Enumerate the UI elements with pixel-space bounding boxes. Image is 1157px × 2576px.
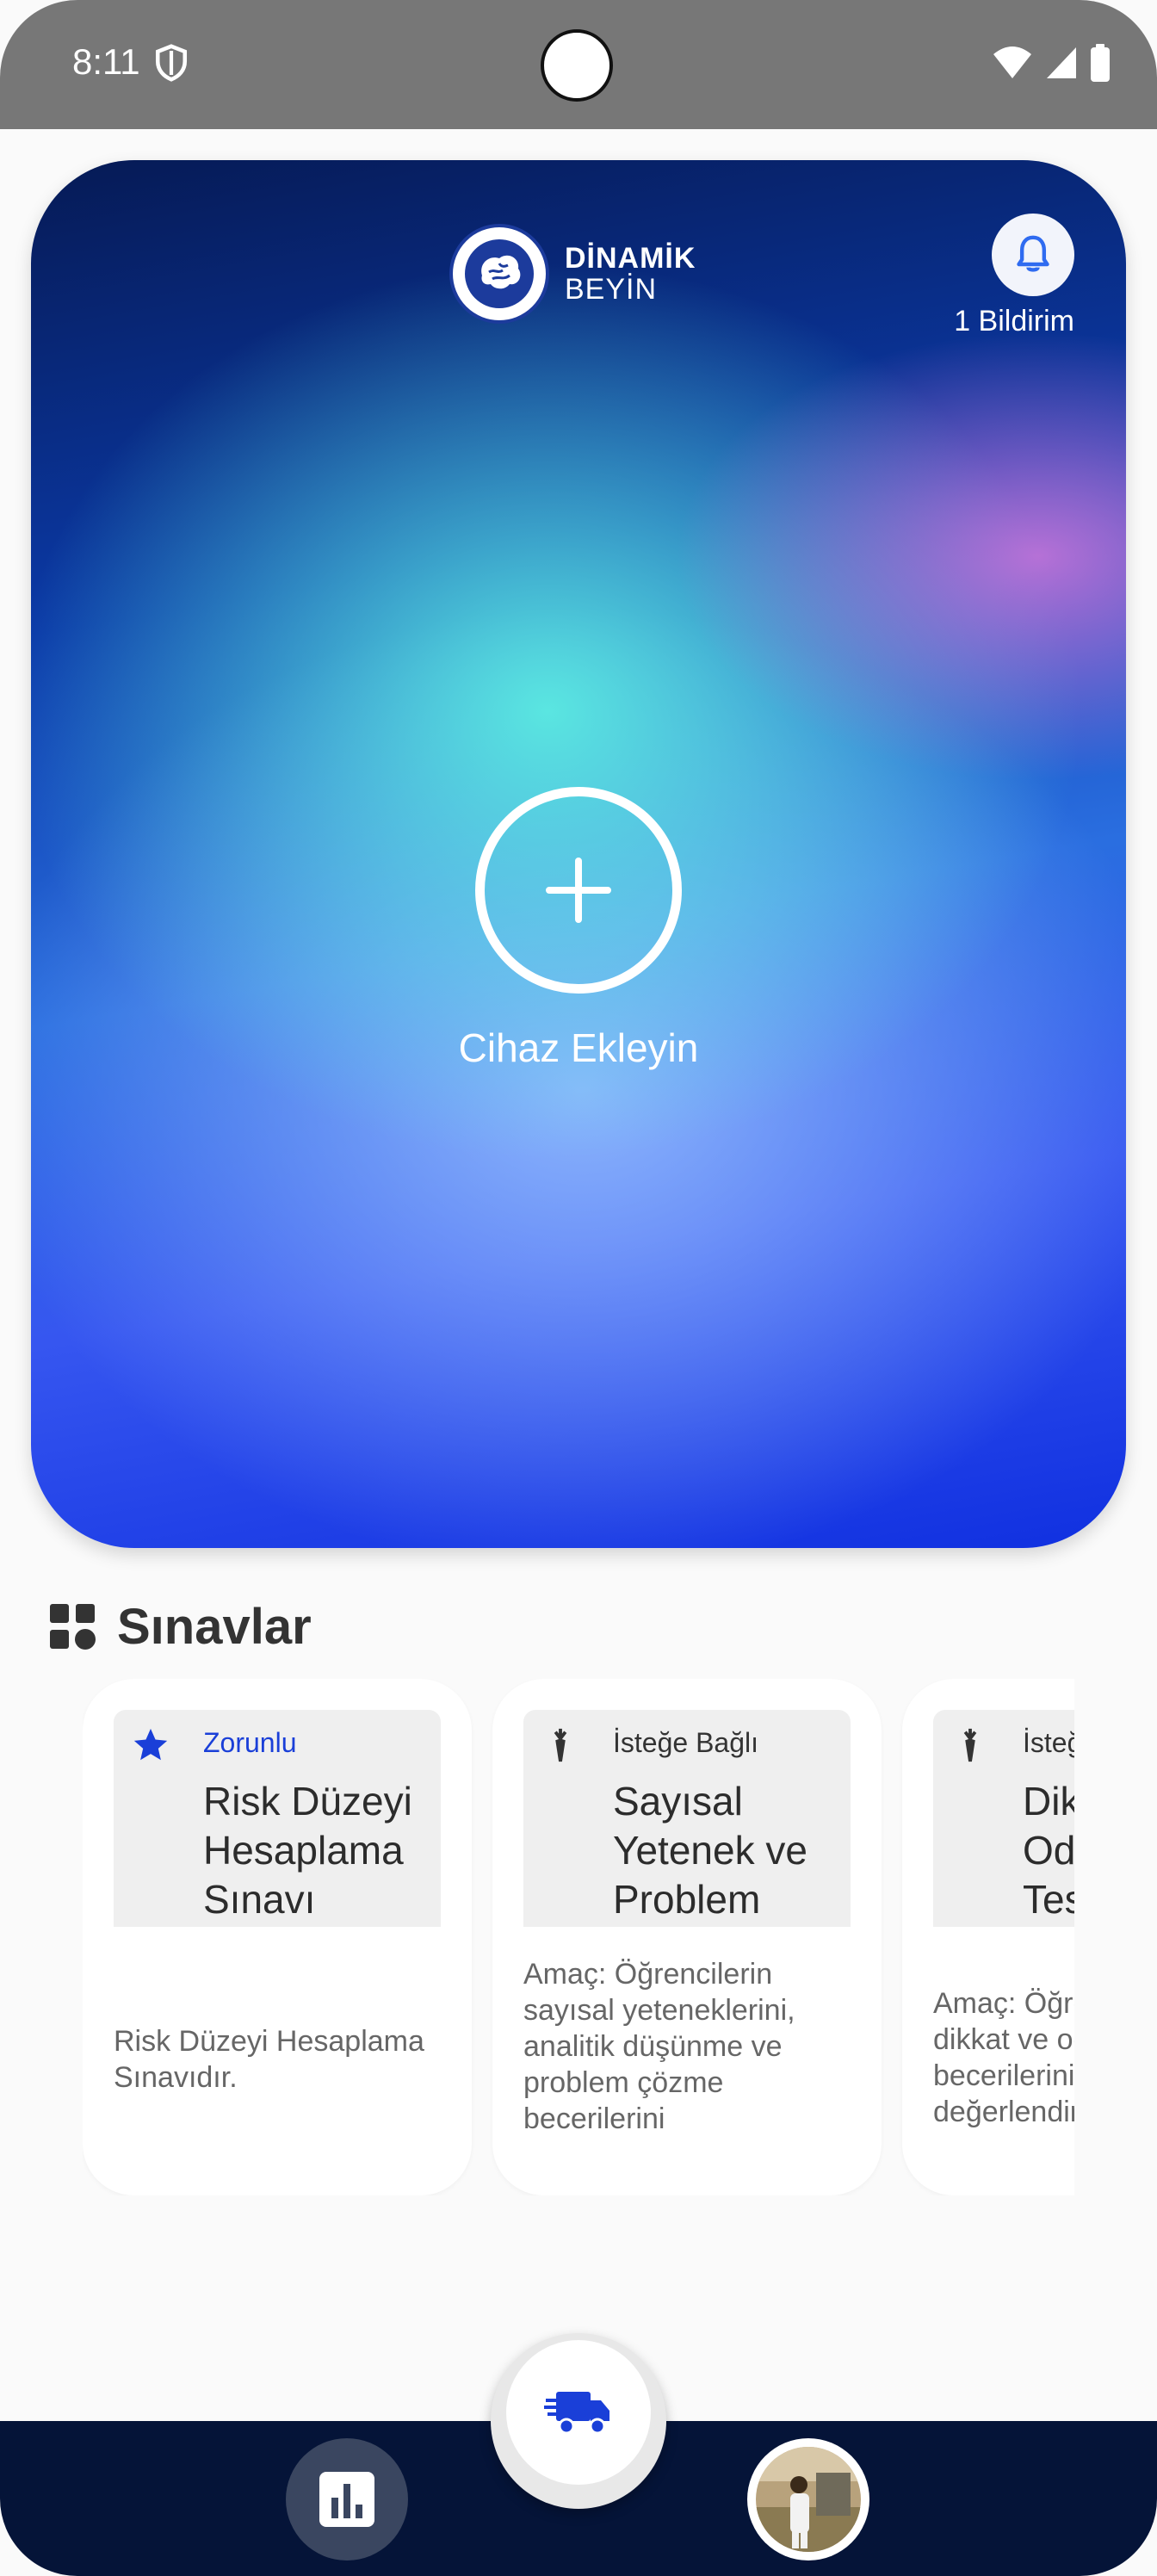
battery-icon	[1091, 44, 1110, 82]
brand-logo: DİNAMİK BEYİN	[449, 224, 696, 324]
exam-tag: İsteğe Bağlı	[613, 1727, 758, 1758]
bell-icon	[1017, 235, 1049, 272]
exam-tag: İsteğe Bağlı	[1023, 1727, 1074, 1758]
profile-photo	[756, 2447, 861, 2552]
exam-card[interactable]: Zorunlu Risk Düzeyi Hesaplama Sınavı Ris…	[83, 1679, 472, 2195]
camera-cutout	[541, 29, 613, 102]
exams-title: Sınavlar	[117, 1599, 312, 1655]
exam-card-header: İsteğe Bağlı Dikkat Odaklanma Testi	[933, 1710, 1074, 1927]
exam-description: Amaç: Öğrencilerin sayısal yeteneklerini…	[523, 1958, 795, 2135]
delivery-fab-button[interactable]	[491, 2333, 666, 2509]
exams-carousel[interactable]: Zorunlu Risk Düzeyi Hesaplama Sınavı Ris…	[83, 1679, 1074, 2195]
status-icons	[992, 41, 1111, 84]
brand-line2: BEYİN	[565, 273, 658, 306]
status-time: 8:11	[72, 41, 140, 82]
dashboard-grid-icon	[50, 1603, 96, 1650]
truck-icon	[544, 2392, 609, 2435]
notification-count[interactable]: 1 Bildirim	[954, 305, 1074, 338]
exam-description: Amaç: Öğrencilerin dikkat ve odaklanma b…	[933, 1987, 1074, 2128]
add-device-button[interactable]	[475, 787, 682, 994]
wifi-icon	[993, 46, 1031, 78]
carrot-icon	[963, 1728, 977, 1762]
exam-card-header: İsteğe Bağlı Sayısal Yetenek ve Problem	[523, 1710, 851, 1927]
device-hero-card: DİNAMİK BEYİN 1 Bildirim Cihaz Ekleyin	[31, 160, 1126, 1548]
star-icon	[133, 1728, 168, 1761]
profile-avatar[interactable]	[747, 2438, 869, 2561]
carrot-icon	[554, 1728, 567, 1762]
notifications-button[interactable]	[992, 214, 1074, 296]
exam-title: Risk Düzeyi Hesaplama Sınavı	[203, 1779, 412, 1922]
app-screen: 8:11 DİNAMİK BEYİN 1 Bildirim Cihaz Ekle…	[0, 0, 1157, 2576]
exam-title: Sayısal Yetenek ve Problem	[613, 1779, 807, 1922]
brain-logo-icon	[449, 224, 549, 324]
stats-nav-button[interactable]	[286, 2438, 408, 2561]
add-device-label[interactable]: Cihaz Ekleyin	[31, 1025, 1126, 1071]
exam-card-header: Zorunlu Risk Düzeyi Hesaplama Sınavı	[114, 1710, 441, 1927]
bar-chart-icon	[319, 2472, 374, 2527]
brand-name: DİNAMİK BEYİN	[565, 243, 696, 305]
exam-title: Dikkat Odaklanma Testi	[1023, 1779, 1074, 1922]
plus-icon	[546, 858, 611, 923]
delivery-fab-inner	[506, 2340, 651, 2485]
exam-card[interactable]: İsteğe Bağlı Dikkat Odaklanma Testi Amaç…	[902, 1679, 1074, 2195]
signal-icon	[1047, 47, 1076, 78]
exam-description: Risk Düzeyi Hesaplama Sınavıdır.	[114, 2025, 424, 2094]
exam-card[interactable]: İsteğe Bağlı Sayısal Yetenek ve Problem …	[492, 1679, 882, 2195]
shield-icon	[155, 44, 188, 82]
status-bar: 8:11	[0, 0, 1157, 129]
exams-section-header: Sınavlar	[48, 1598, 312, 1656]
exam-tag: Zorunlu	[203, 1727, 297, 1758]
brand-line1: DİNAMİK	[565, 242, 696, 275]
